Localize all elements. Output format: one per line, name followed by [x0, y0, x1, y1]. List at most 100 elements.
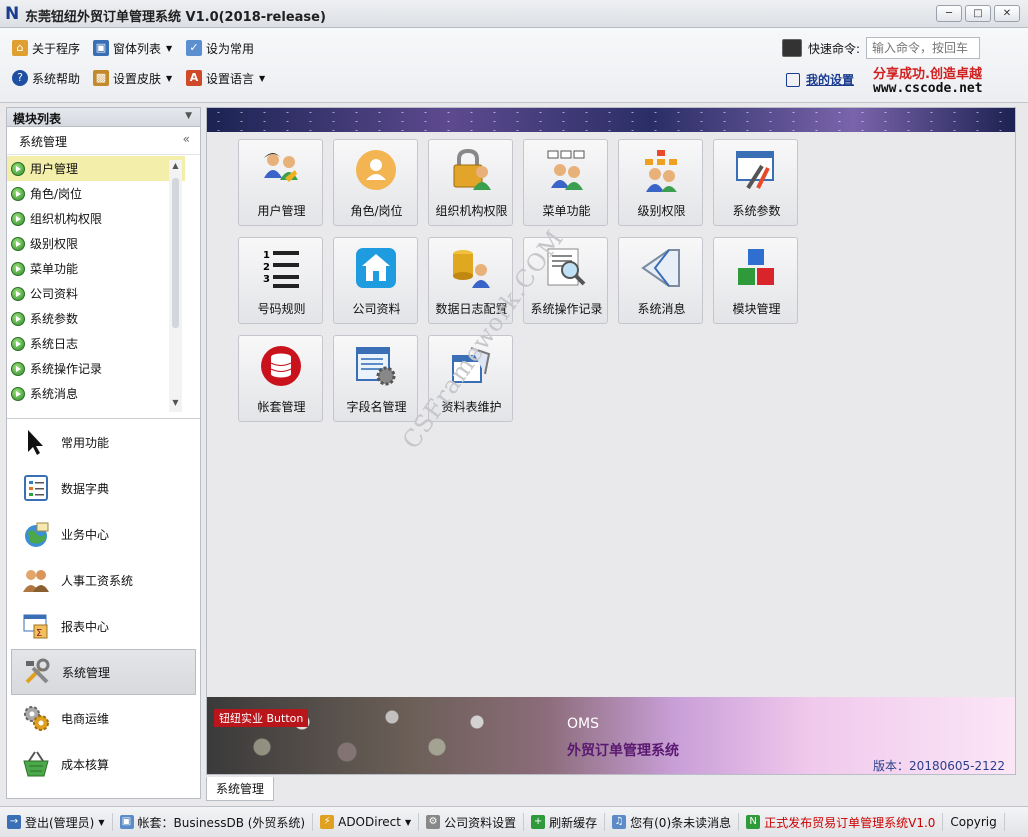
- status-item[interactable]: ♫ 您有(0)条未读消息: [605, 813, 740, 831]
- function-tree: 用户管理 角色/岗位组织机构权限 级别权限菜单功能公司资料 系统参数 系统日志系统操作记…: [7, 156, 185, 412]
- function-tile[interactable]: 字段名管理: [333, 335, 418, 422]
- tree-item[interactable]: 组织机构权限: [7, 206, 185, 231]
- tree-item-label: 组织机构权限: [30, 212, 103, 226]
- tree-item[interactable]: 系统操作记录: [7, 356, 185, 381]
- terminal-icon: [782, 39, 802, 57]
- tree-item-label: 系统操作记录: [30, 362, 103, 376]
- module-nav-item[interactable]: 业务中心: [7, 511, 200, 557]
- tree-item[interactable]: 用户管理: [7, 156, 185, 181]
- chevron-down-icon: ▼: [259, 73, 266, 83]
- set-favorite-label: 设为常用: [206, 41, 255, 56]
- function-tile[interactable]: 组织机构权限: [428, 139, 513, 226]
- module-nav-label: 人事工资系统: [61, 573, 134, 588]
- function-tile-label: 系统参数: [732, 204, 781, 218]
- brand-url: www.cscode.net: [873, 81, 983, 96]
- module-nav-item[interactable]: 数据字典: [7, 465, 200, 511]
- collapse-icon[interactable]: «: [183, 132, 190, 146]
- status-item-label: 刷新缓存: [549, 815, 598, 830]
- gears-icon: [21, 703, 51, 733]
- status-item[interactable]: ⚡ ADODirect ▼: [313, 813, 420, 831]
- home-icon: ⌂: [12, 40, 28, 56]
- about-program-button[interactable]: ⌂ 关于程序: [12, 38, 80, 58]
- module-nav-item[interactable]: 人事工资系统: [7, 557, 200, 603]
- function-tile[interactable]: 1 2 3 号码规则: [238, 237, 323, 324]
- status-item-label: 帐套：BusinessDB (外贸系统): [137, 815, 306, 830]
- module-nav-item[interactable]: 常用功能: [7, 419, 200, 465]
- about-program-label: 关于程序: [32, 41, 81, 56]
- quick-command-input[interactable]: [866, 37, 981, 59]
- tree-item[interactable]: 系统日志: [7, 331, 185, 356]
- status-item[interactable]: N 正式发布贸易订单管理系统V1.0: [739, 813, 944, 831]
- status-item-label: 公司资料设置: [444, 815, 517, 830]
- tools-icon: [22, 657, 52, 687]
- hr-people-icon: [21, 565, 51, 595]
- language-icon: A: [186, 70, 202, 86]
- module-nav-item[interactable]: 电商运维: [7, 695, 200, 741]
- scroll-thumb[interactable]: [172, 178, 179, 328]
- logout-icon: →: [7, 815, 21, 829]
- system-settings-icon: [734, 148, 778, 192]
- maximize-button[interactable]: □: [965, 5, 991, 22]
- bottom-banner: 钮纽实业 Button OMS 外贸订单管理系统 版本：20180605-212…: [207, 697, 1015, 774]
- function-tile[interactable]: 系统参数: [713, 139, 798, 226]
- status-item[interactable]: + 刷新缓存: [524, 813, 606, 831]
- main-content: 用户管理 角色/岗位 组织机构权限 菜单功能 级别权限 系统参数 1 2 3 号码规则 公司资料 数据…: [206, 107, 1016, 775]
- module-nav-label: 成本核算: [61, 757, 110, 772]
- function-tile[interactable]: 角色/岗位: [333, 139, 418, 226]
- tree-item[interactable]: 公司资料: [7, 281, 185, 306]
- status-item[interactable]: Copyrig: [943, 813, 1005, 831]
- section-title: 系统管理: [19, 135, 68, 149]
- window-list-button[interactable]: ▣ 窗体列表 ▼: [93, 38, 172, 58]
- function-tile-label: 角色/岗位: [350, 204, 403, 218]
- help-icon: ?: [12, 70, 28, 86]
- module-nav-item[interactable]: Σ 报表中心: [7, 603, 200, 649]
- module-nav-item[interactable]: 成本核算: [7, 741, 200, 787]
- function-tile[interactable]: 公司资料: [333, 237, 418, 324]
- minimize-button[interactable]: ─: [936, 5, 962, 22]
- network-icon: ▣: [119, 815, 134, 829]
- brand-slogan: 分享成功.创造卓越 www.cscode.net: [873, 68, 983, 96]
- arrow-circle-icon: [11, 211, 25, 226]
- system-help-button[interactable]: ? 系统帮助: [12, 68, 80, 88]
- set-favorite-button[interactable]: ✓ 设为常用: [186, 38, 254, 58]
- module-nav-label: 数据字典: [61, 481, 110, 496]
- tree-item[interactable]: 菜单功能: [7, 256, 185, 281]
- scroll-up-icon[interactable]: ▲: [169, 161, 182, 170]
- tree-item[interactable]: 角色/岗位: [7, 181, 185, 206]
- users-icon: [259, 148, 303, 192]
- set-language-button[interactable]: A 设置语言 ▼: [186, 68, 265, 88]
- status-item[interactable]: ▣ 帐套：BusinessDB (外贸系统): [113, 813, 314, 831]
- title-bar: N 东莞钮纽外贸订单管理系统 V1.0(2018-release) ─ □ ✕: [0, 0, 1028, 28]
- status-item[interactable]: → 登出(管理员) ▼: [0, 813, 113, 831]
- svg-text:Σ: Σ: [36, 628, 42, 639]
- function-tile[interactable]: 级别权限: [618, 139, 703, 226]
- pin-icon[interactable]: ▼: [185, 111, 192, 121]
- scroll-down-icon[interactable]: ▼: [169, 398, 182, 407]
- function-tile-label: 系统操作记录: [530, 302, 603, 316]
- function-tile[interactable]: 用户管理: [238, 139, 323, 226]
- tree-item-label: 级别权限: [30, 237, 79, 251]
- tree-scrollbar[interactable]: ▲ ▼: [169, 160, 182, 412]
- tree-item[interactable]: 系统消息: [7, 381, 185, 406]
- tree-item[interactable]: 级别权限: [7, 231, 185, 256]
- tab-system-management[interactable]: 系统管理: [206, 777, 274, 801]
- new-badge-icon: N: [746, 815, 761, 829]
- role-icon: [354, 148, 398, 192]
- tree-item-label: 菜单功能: [30, 262, 79, 276]
- tree-item[interactable]: 系统参数: [7, 306, 185, 331]
- status-item[interactable]: ⚙ 公司资料设置: [419, 813, 525, 831]
- module-nav-item[interactable]: 系统管理: [11, 649, 196, 695]
- my-settings-link[interactable]: 我的设置: [786, 71, 854, 88]
- function-tile[interactable]: 系统消息: [618, 237, 703, 324]
- module-blocks-icon: [734, 246, 778, 290]
- set-skin-button[interactable]: ▩ 设置皮肤 ▼: [93, 68, 172, 88]
- lightning-icon: ⚡: [320, 815, 335, 829]
- function-tile[interactable]: 模块管理: [713, 237, 798, 324]
- business-globe-icon: [21, 519, 51, 549]
- message-icon: [639, 246, 683, 290]
- function-tile[interactable]: 菜单功能: [523, 139, 608, 226]
- close-button[interactable]: ✕: [994, 5, 1020, 22]
- function-tile[interactable]: 帐套管理: [238, 335, 323, 422]
- arrow-circle-icon: [11, 261, 25, 276]
- hierarchy-users-icon: [639, 148, 683, 194]
